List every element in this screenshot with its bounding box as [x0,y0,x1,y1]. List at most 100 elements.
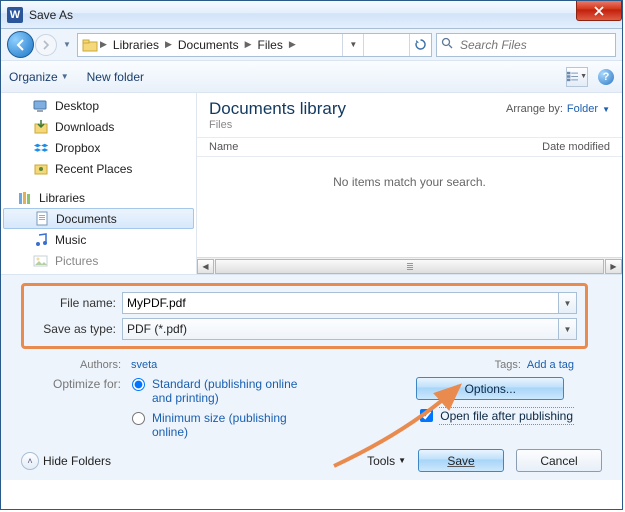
nav-forward-button[interactable] [35,34,57,56]
sidebar-item-recent[interactable]: Recent Places [1,158,196,179]
empty-message: No items match your search. [197,157,622,189]
radio-label: Minimum size (publishing online) [152,411,302,439]
view-mode-button[interactable]: ▼ [566,67,588,87]
nav-history-dropdown[interactable]: ▼ [61,40,73,49]
filename-label: File name: [32,296,122,310]
scroll-left-button[interactable]: ◀ [197,259,214,274]
col-name[interactable]: Name [209,141,542,153]
recent-places-icon [33,161,49,177]
sidebar-label: Music [55,233,86,247]
savetype-select[interactable]: PDF (*.pdf) [122,318,559,340]
content-pane: Documents library Files Arrange by: Fold… [197,93,622,274]
cancel-button[interactable]: Cancel [516,449,602,472]
close-icon [594,6,604,16]
sidebar-label: Recent Places [55,162,132,176]
authors-value[interactable]: sveta [131,359,157,371]
chevron-down-icon: ▼ [61,72,69,81]
breadcrumb-seg[interactable]: Libraries [109,34,163,56]
radio-label: Standard (publishing online and printing… [152,377,302,405]
open-after-checkbox[interactable]: Open file after publishing [416,406,574,425]
nav-back-button[interactable] [7,31,34,58]
hide-folders-button[interactable]: ˄ Hide Folders [21,452,111,470]
chevron-down-icon: ▼ [602,105,610,114]
tags-value[interactable]: Add a tag [527,359,574,371]
search-input[interactable] [458,37,611,53]
titlebar: W Save As [1,1,622,29]
chevron-down-icon: ▼ [580,73,587,80]
library-title: Documents library [209,99,346,119]
word-app-icon: W [7,7,23,23]
close-button[interactable] [576,1,622,21]
sidebar-item-music[interactable]: Music [1,229,196,250]
sidebar-label: Documents [56,212,117,226]
breadcrumb-seg[interactable]: Files [254,34,287,56]
savetype-dropdown-button[interactable]: ▼ [559,318,577,340]
chevron-right-icon: ▶ [243,39,254,50]
filename-input[interactable] [122,292,559,314]
sidebar-item-downloads[interactable]: Downloads [1,116,196,137]
chevron-right-icon: ▶ [287,39,298,50]
scroll-thumb[interactable] [215,259,604,274]
pictures-icon [33,253,49,269]
optimize-standard-radio[interactable]: Standard (publishing online and printing… [127,377,302,405]
arrow-right-icon [41,40,51,50]
navigation-sidebar: Desktop Downloads Dropbox Recent Places … [1,93,197,274]
sidebar-item-dropbox[interactable]: Dropbox [1,137,196,158]
dropbox-icon [33,140,49,156]
search-box[interactable] [436,33,616,57]
new-folder-button[interactable]: New folder [87,70,144,84]
sidebar-label: Desktop [55,99,99,113]
sidebar-group-libraries[interactable]: Libraries [1,187,196,208]
save-as-dialog: W Save As ▼ ▶ Libraries ▶ Documents ▶ Fi… [0,0,623,510]
savetype-value: PDF (*.pdf) [127,322,187,336]
sidebar-item-documents[interactable]: Documents [3,208,194,229]
refresh-icon [414,38,427,51]
breadcrumb[interactable]: ▶ Libraries ▶ Documents ▶ Files ▶ ▼ [77,33,432,57]
sidebar-label: Libraries [39,191,85,205]
hide-folders-label: Hide Folders [43,454,111,468]
save-label: Save [447,454,474,468]
sidebar-item-pictures[interactable]: Pictures [1,250,196,271]
refresh-button[interactable] [409,34,431,56]
arrange-by-control[interactable]: Arrange by: Folder ▼ [506,103,610,115]
command-toolbar: Organize ▼ New folder ▼ ? [1,61,622,93]
folder-icon [82,37,98,53]
sidebar-label: Downloads [55,120,114,134]
tags-label: Tags: [495,359,521,371]
help-button[interactable]: ? [598,69,614,85]
arrange-label: Arrange by: [506,103,563,115]
tools-menu[interactable]: Tools ▼ [367,454,406,468]
radio-input[interactable] [132,412,145,425]
checkbox-input[interactable] [420,409,433,422]
search-icon [441,37,454,53]
tools-label: Tools [367,454,395,468]
chevron-down-icon: ▼ [398,456,406,465]
column-headers[interactable]: Name Date modified [197,137,622,157]
filename-history-dropdown[interactable]: ▼ [559,292,577,314]
optimize-minimum-radio[interactable]: Minimum size (publishing online) [127,411,302,439]
chevron-up-icon: ˄ [21,452,39,470]
options-button[interactable]: Options... [416,377,564,400]
optimize-label: Optimize for: [37,377,127,439]
annotation-highlight-box: File name: ▼ Save as type: PDF (*.pdf) ▼ [21,283,588,349]
music-icon [33,232,49,248]
authors-label: Authors: [37,359,127,371]
organize-label: Organize [9,70,58,84]
save-button[interactable]: Save [418,449,504,472]
main-area: Desktop Downloads Dropbox Recent Places … [1,93,622,274]
horizontal-scrollbar[interactable]: ◀ ▶ [197,257,622,274]
organize-menu[interactable]: Organize ▼ [9,70,69,84]
sidebar-item-desktop[interactable]: Desktop [1,95,196,116]
col-date[interactable]: Date modified [542,141,610,153]
arrow-left-icon [14,38,28,52]
breadcrumb-dropdown[interactable]: ▼ [342,34,364,56]
savetype-label: Save as type: [32,322,122,336]
breadcrumb-seg[interactable]: Documents [174,34,243,56]
sidebar-label: Pictures [55,254,98,268]
checkbox-label: Open file after publishing [439,407,574,425]
radio-input[interactable] [132,378,145,391]
arrange-value: Folder [567,103,598,115]
window-title: Save As [29,8,73,22]
desktop-icon [33,98,49,114]
scroll-right-button[interactable]: ▶ [605,259,622,274]
